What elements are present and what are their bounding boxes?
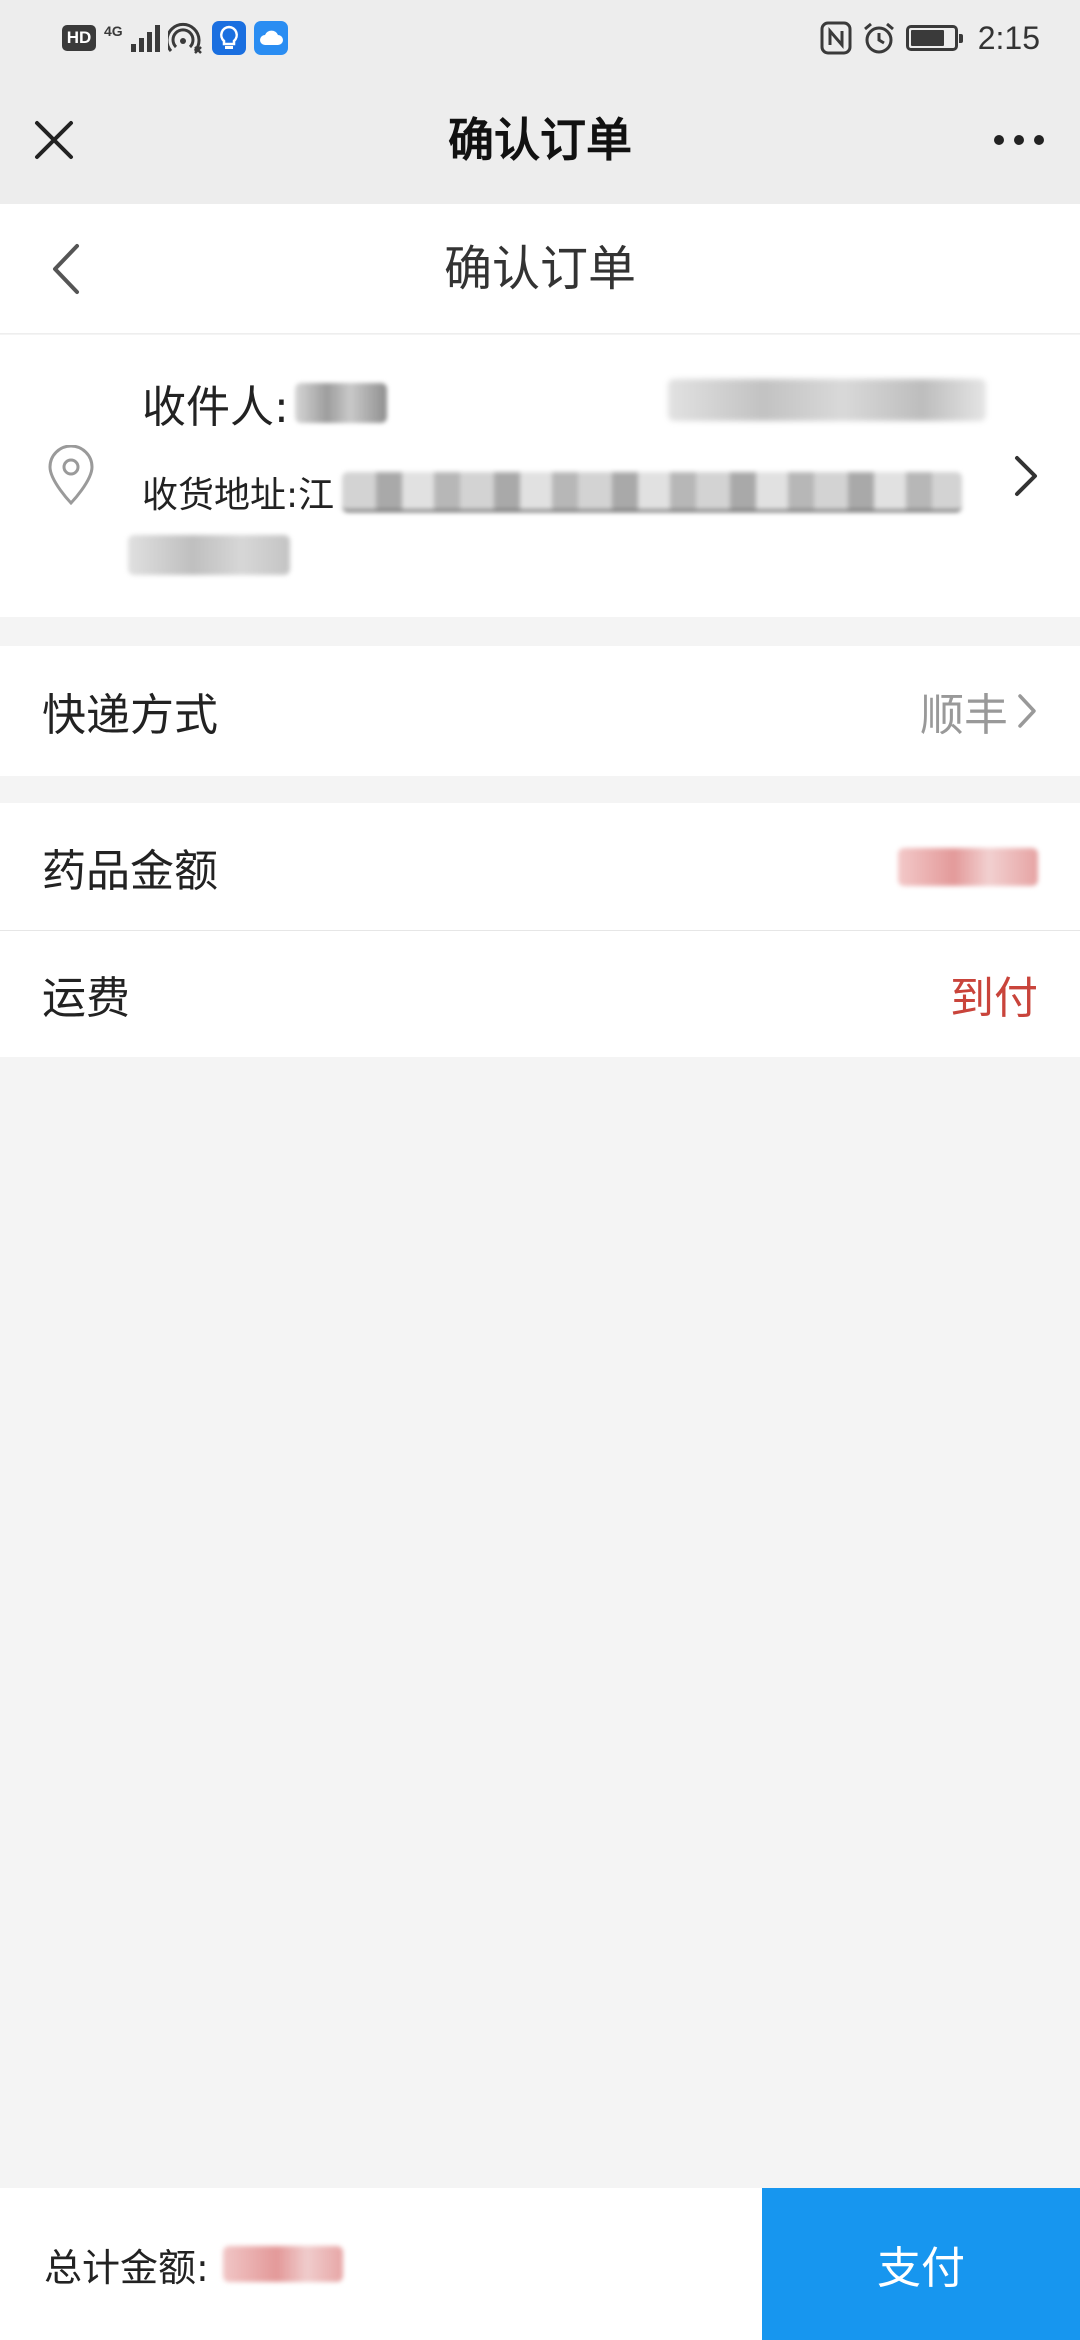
medicine-amount-label: 药品金额 bbox=[42, 845, 218, 897]
battery-icon bbox=[905, 25, 963, 51]
chevron-right-icon bbox=[1015, 456, 1037, 496]
status-bar: HD 4G 2:15 bbox=[0, 0, 1080, 76]
pay-button[interactable]: 支付 bbox=[762, 2188, 1080, 2340]
freight-row: 运费 到付 bbox=[0, 931, 1080, 1057]
chevron-left-icon bbox=[53, 244, 79, 294]
back-button[interactable] bbox=[34, 237, 98, 301]
network-type: 4G bbox=[104, 23, 123, 39]
freight-label: 运费 bbox=[42, 973, 130, 1024]
shipping-method-value-wrap: 顺丰 bbox=[920, 646, 1038, 776]
page-header: 确认订单 bbox=[0, 204, 1080, 334]
total-amount-redacted bbox=[222, 2246, 343, 2282]
more-horizontal-icon bbox=[994, 135, 1044, 145]
bottom-bar: 总计金额: 支付 bbox=[0, 2188, 1080, 2340]
address-redacted bbox=[342, 472, 963, 512]
top-bar: 确认订单 bbox=[0, 76, 1080, 204]
hd-badge: HD bbox=[62, 25, 96, 51]
medicine-amount-redacted bbox=[898, 847, 1038, 886]
address-select-arrow[interactable] bbox=[998, 445, 1054, 507]
location-pin-icon bbox=[48, 445, 94, 506]
freight-value: 到付 bbox=[950, 973, 1038, 1024]
status-right: 2:15 bbox=[820, 18, 1040, 58]
total-amount-label: 总计金额: bbox=[44, 2245, 209, 2290]
top-bar-title: 确认订单 bbox=[448, 113, 632, 167]
nfc-icon bbox=[820, 21, 852, 55]
shipping-method-value: 顺丰 bbox=[920, 690, 1008, 741]
recipient-name-redacted bbox=[294, 383, 387, 423]
close-button[interactable] bbox=[26, 112, 82, 168]
recipient-label: 收件人: bbox=[142, 382, 289, 433]
wifi-hotspot-icon bbox=[167, 22, 202, 54]
status-time: 2:15 bbox=[977, 19, 1040, 56]
page-title: 确认订单 bbox=[443, 241, 636, 297]
status-left: HD 4G bbox=[62, 18, 288, 58]
screen: HD 4G 2:15 确认订单 确认订单 收件人: 收货地址: 江 快递方式 顺… bbox=[0, 0, 1080, 2340]
close-icon bbox=[35, 121, 73, 159]
signal-icon bbox=[130, 24, 160, 52]
shipping-method-row[interactable]: 快递方式 顺丰 bbox=[0, 646, 1080, 776]
more-button[interactable] bbox=[984, 112, 1054, 168]
address-redacted-line2 bbox=[128, 535, 290, 575]
shipping-method-label: 快递方式 bbox=[42, 690, 218, 741]
address-prefix: 江 bbox=[298, 475, 335, 516]
address-line: 收货地址: 江 bbox=[142, 463, 963, 521]
cloud-app-icon bbox=[253, 21, 288, 55]
address-label: 收货地址: bbox=[142, 475, 299, 516]
alarm-icon bbox=[863, 22, 894, 54]
medicine-amount-row: 药品金额 bbox=[0, 803, 1080, 931]
lightbulb-app-icon bbox=[211, 21, 246, 55]
total-amount: 总计金额: bbox=[44, 2188, 343, 2340]
recipient-row: 收件人: bbox=[142, 373, 387, 433]
address-card[interactable]: 收件人: 收货地址: 江 bbox=[0, 335, 1080, 617]
medicine-amount-value-wrap bbox=[898, 803, 1038, 930]
chevron-right-icon bbox=[1018, 694, 1036, 728]
recipient-phone-redacted bbox=[668, 379, 986, 421]
